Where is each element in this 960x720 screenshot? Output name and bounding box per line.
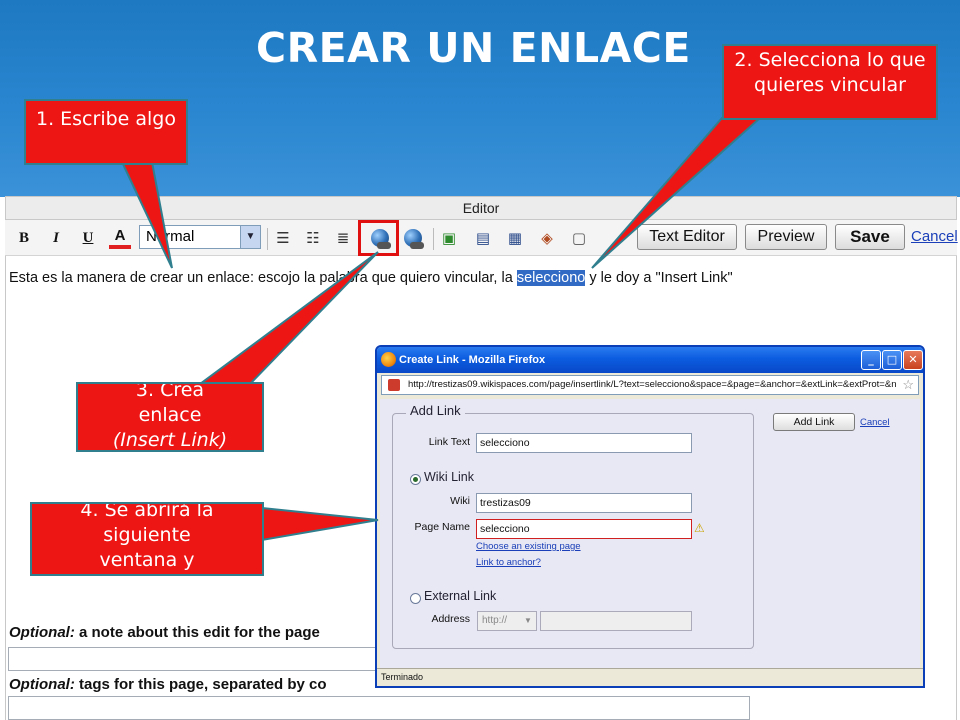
editor-body-text[interactable]: Esta es la manera de crear un enlace: es… [9,270,733,286]
insert-external-link-icon[interactable] [403,229,424,249]
close-icon[interactable]: ✕ [903,350,923,370]
protocol-select[interactable]: http:// ▼ [477,611,537,631]
wiki-link-label: Wiki Link [424,470,475,484]
editor-toolbar: B I U A Normal ▼ ☰ ☷ ≣ ▣ ▤ ▦ ◈ ▢ Text Ed… [5,220,958,256]
format-select[interactable]: Normal ▼ [139,225,261,249]
indent-icon[interactable]: ≣ [333,229,353,247]
external-link-radio[interactable] [410,593,421,604]
underline-button[interactable]: U [79,227,97,249]
callout-step-4: 4. Se abrirá la siguiente ventana y [30,502,264,576]
create-link-titlebar: Create Link - Mozilla Firefox [377,347,923,373]
wiki-input[interactable]: trestizas09 [476,493,692,513]
status-bar: Terminado [377,668,923,686]
preview-button[interactable]: Preview [745,224,827,250]
text-color-button[interactable]: A [109,227,131,249]
create-link-window-title: Create Link - Mozilla Firefox [399,354,546,366]
protocol-value: http:// [482,615,508,626]
firefox-logo-icon [381,352,396,367]
edit-note-input[interactable] [8,647,378,671]
callout-step-3: 3. Crea enlace (Insert Link) [76,382,264,452]
insert-table-icon[interactable]: ▦ [505,229,525,247]
bullet-list-icon[interactable]: ☷ [303,229,323,247]
insert-link-highlight [358,220,399,256]
text-editor-button[interactable]: Text Editor [637,224,737,250]
create-link-content: Add Link Link Text selecciono Wiki Link … [380,399,920,669]
minimize-icon[interactable]: _ [861,350,881,370]
optional-note-rest: a note about this edit for the page [74,624,320,641]
popup-cancel-link[interactable]: Cancel [860,417,890,428]
body-text-selected: selecciono [516,270,586,286]
format-select-value: Normal [146,228,195,245]
favicon-icon [388,379,400,391]
link-text-label: Link Text [428,436,470,448]
add-link-legend: Add Link [406,403,465,418]
bold-button[interactable]: B [15,227,33,249]
save-button[interactable]: Save [835,224,905,250]
callout-step-3-line3: (Insert Link) [112,429,228,451]
optional-tags-em: Optional: [9,676,75,693]
callout-step-2: 2. Selecciona lo que quieres vincular [722,44,938,120]
wiki-link-radio[interactable] [410,474,421,485]
address-input[interactable] [540,611,692,631]
toolbar-separator [267,228,268,250]
tags-input[interactable] [8,696,750,720]
callout-step-3-line2: enlace [138,404,202,426]
optional-note-em: Optional: [9,624,75,641]
slide-title: CREAR UN ENLACE [256,24,691,72]
insert-code-icon[interactable]: ▢ [569,229,589,247]
insert-media-icon[interactable]: ▤ [473,229,493,247]
cancel-link[interactable]: Cancel [911,228,958,245]
callout-step-1: 1. Escribe algo [24,99,188,165]
optional-tags-label: Optional: tags for this page, separated … [9,676,327,693]
callout-step-4-line3: ventana y [99,549,195,571]
address-label: Address [431,613,470,625]
italic-button[interactable]: I [47,227,65,249]
toolbar-separator [433,228,434,250]
body-text-after: y le doy a "Insert Link" [585,270,733,286]
maximize-icon[interactable]: □ [882,350,902,370]
warning-icon: ⚠ [694,521,705,535]
chevron-down-icon: ▼ [240,226,260,248]
create-link-window: Create Link - Mozilla Firefox _ □ ✕ http… [375,345,925,688]
choose-existing-page-link[interactable]: Choose an existing page [476,541,581,552]
optional-note-label: Optional: a note about this edit for the… [9,624,320,641]
callout-step-3-line1: 3. Crea [135,382,205,401]
callout-step-4-line1: 4. Se abrirá la [80,502,214,521]
add-link-button[interactable]: Add Link [773,413,855,431]
link-to-anchor-link[interactable]: Link to anchor? [476,557,541,568]
page-name-input[interactable]: selecciono [476,519,692,539]
bookmark-star-icon[interactable]: ☆ [902,376,914,394]
url-text: http://trestizas09.wikispaces.com/page/i… [408,379,897,390]
page-name-label: Page Name [414,521,470,533]
body-text-before: Esta es la manera de crear un enlace: es… [9,270,517,286]
numbered-list-icon[interactable]: ☰ [273,229,293,247]
external-link-label: External Link [424,589,497,603]
chevron-down-icon: ▼ [524,616,532,625]
insert-image-icon[interactable]: ▣ [439,229,459,247]
editor-title: Editor [5,196,957,220]
callout-step-4-line2: siguiente [103,524,191,546]
optional-tags-rest: tags for this page, separated by co [74,676,327,693]
url-bar[interactable]: http://trestizas09.wikispaces.com/page/i… [381,375,919,395]
insert-widget-icon[interactable]: ◈ [537,229,557,247]
wiki-label: Wiki [450,495,470,507]
link-text-input[interactable]: selecciono [476,433,692,453]
